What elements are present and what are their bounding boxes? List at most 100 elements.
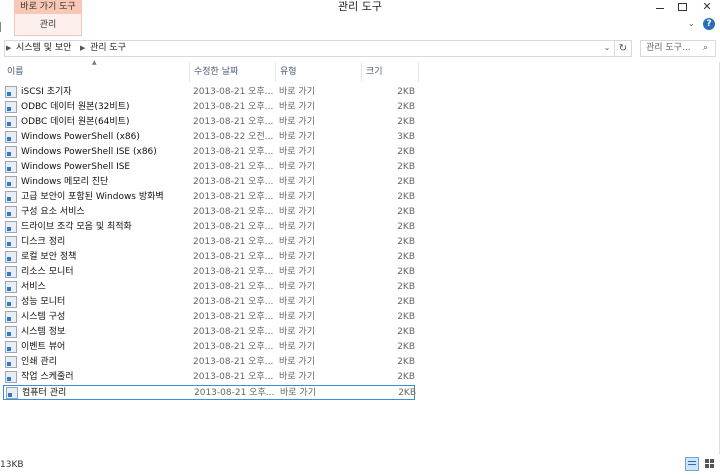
file-row[interactable]: Windows PowerShell ISE 2013-08-21 오후... 바로… [3,160,415,175]
file-row[interactable]: 시스템 정보 2013-08-21 오후... 바로 가기 2KB [3,325,415,340]
close-button[interactable]: ✕ [694,0,720,14]
search-icon[interactable]: ⌕ [703,42,713,54]
file-row[interactable]: 컴퓨터 관리 2013-08-21 오후... 바로 가기 2KB [3,385,416,400]
file-type: 바로 가기 [279,207,315,217]
file-size: 3KB [397,132,415,142]
file-type: 바로 가기 [279,237,315,247]
help-icon[interactable]: ? [703,18,715,30]
file-row[interactable]: 로컬 보안 정책 2013-08-21 오후... 바로 가기 2KB [3,250,415,265]
shortcut-icon [5,266,17,278]
file-type: 바로 가기 [279,252,315,262]
ribbon-expand-icon[interactable]: ⌄ [688,18,698,30]
file-date: 2013-08-21 오후... [193,237,274,247]
file-name: 로컬 보안 정책 [21,252,77,262]
minimize-button[interactable] [650,0,670,14]
file-name: 리소스 모니터 [21,267,74,277]
file-size: 2KB [397,162,415,172]
file-name: 드라이브 조각 모음 및 최적화 [21,222,132,232]
refresh-icon[interactable]: ↻ [614,41,631,56]
file-type: 바로 가기 [279,372,315,382]
shortcut-icon [5,191,17,203]
file-size: 2KB [397,297,415,307]
file-type: 바로 가기 [279,162,315,172]
file-size: 2KB [397,282,415,292]
column-divider[interactable] [418,62,419,82]
file-size: 2KB [397,87,415,97]
maximize-button[interactable] [672,0,692,14]
shortcut-icon [6,387,18,399]
column-header-size[interactable]: 크기 [362,62,418,82]
file-type: 바로 가기 [279,147,315,157]
file-type: 바로 가기 [279,192,315,202]
file-type: 바로 가기 [279,312,315,322]
file-name: Windows 메모리 진단 [21,177,109,187]
file-date: 2013-08-21 오후... [193,297,274,307]
shortcut-icon [5,206,17,218]
file-date: 2013-08-21 오후... [193,177,274,187]
file-type: 바로 가기 [279,222,315,232]
file-row[interactable]: Windows PowerShell ISE (x86) 2013-08-21 오… [3,145,415,160]
file-row[interactable]: 작업 스케줄러 2013-08-21 오후... 바로 가기 2KB [3,370,415,385]
context-tab-header: 바로 가기 도구 [14,0,82,14]
file-name: 디스크 정리 [21,237,66,247]
file-type: 바로 가기 [279,87,315,97]
shortcut-icon [5,116,17,128]
file-row[interactable]: 이벤트 뷰어 2013-08-21 오후... 바로 가기 2KB [3,340,415,355]
file-size: 2KB [397,117,415,127]
file-date: 2013-08-21 오후... [193,192,274,202]
file-name: 시스템 정보 [21,327,66,337]
file-date: 2013-08-21 오후... [193,282,274,292]
file-type: 바로 가기 [279,117,315,127]
file-row[interactable]: ODBC 데이터 원본(64비트) 2013-08-21 오후... 바로 가기 2K… [3,115,415,130]
file-row[interactable]: 인쇄 관리 2013-08-21 오후... 바로 가기 2KB [3,355,415,370]
large-icons-view-button[interactable] [703,457,717,471]
file-row[interactable]: 서비스 2013-08-21 오후... 바로 가기 2KB [3,280,415,295]
file-type: 바로 가기 [279,102,315,112]
file-row[interactable]: 디스크 정리 2013-08-21 오후... 바로 가기 2KB [3,235,415,250]
breadcrumb-system-security[interactable]: 시스템 및 보안 [16,40,71,57]
file-row[interactable]: 성능 모니터 2013-08-21 오후... 바로 가기 2KB [3,295,415,310]
column-header-type[interactable]: 유형 [276,62,361,82]
file-row[interactable]: 시스템 구성 2013-08-21 오후... 바로 가기 2KB [3,310,415,325]
file-row[interactable]: 리소스 모니터 2013-08-21 오후... 바로 가기 2KB [3,265,415,280]
file-row[interactable]: Windows 메모리 진단 2013-08-21 오후... 바로 가기 2KB [3,175,415,190]
file-date: 2013-08-21 오후... [193,222,274,232]
file-type: 바로 가기 [280,388,316,398]
file-date: 2013-08-21 오후... [193,147,274,157]
file-size: 2KB [397,342,415,352]
file-date: 2013-08-21 오후... [193,207,274,217]
file-name: 이벤트 뷰어 [21,342,66,352]
file-row[interactable]: 구성 요소 서비스 2013-08-21 오후... 바로 가기 2KB [3,205,415,220]
file-name: Windows PowerShell ISE (x86) [21,147,157,157]
file-row[interactable]: ODBC 데이터 원본(32비트) 2013-08-21 오후... 바로 가기 2K… [3,100,415,115]
shortcut-icon [5,86,17,98]
file-row[interactable]: Windows PowerShell (x86) 2013-08-22 오전...… [3,130,415,145]
file-name: 서비스 [21,282,46,292]
shortcut-icon [5,311,17,323]
file-date: 2013-08-21 오후... [193,342,274,352]
file-row[interactable]: iSCSI 초기자 2013-08-21 오후... 바로 가기 2KB [3,85,415,100]
file-date: 2013-08-21 오후... [193,327,274,337]
details-view-button[interactable] [685,457,699,471]
address-arrow-icon[interactable]: ▶ [6,42,14,54]
tab-manage[interactable]: 관리 [14,14,82,36]
file-row[interactable]: 고급 보안이 포함된 Windows 방화벽 2013-08-21 오후... 바로… [3,190,415,205]
column-header-date[interactable]: 수정한 날짜 [190,62,275,82]
file-date: 2013-08-21 오후... [194,388,275,398]
title-bar [0,0,720,36]
file-row[interactable]: 드라이브 조각 모음 및 최적화 2013-08-21 오후... 바로 가기 2KB [3,220,415,235]
file-name: ODBC 데이터 원본(64비트) [21,117,130,127]
file-name: iSCSI 초기자 [21,87,72,97]
breadcrumb-admin-tools[interactable]: 관리 도구 [90,40,126,57]
quick-access-divider [0,22,1,32]
file-date: 2013-08-21 오후... [193,372,274,382]
file-name: Windows PowerShell (x86) [21,132,140,142]
file-type: 바로 가기 [279,342,315,352]
file-name: Windows PowerShell ISE [21,162,131,172]
shortcut-icon [5,341,17,353]
chevron-down-icon[interactable]: ⌄ [602,42,612,54]
shortcut-icon [5,326,17,338]
file-size: 2KB [397,237,415,247]
file-date: 2013-08-21 오후... [193,102,274,112]
breadcrumb-chevron-icon[interactable]: ▶ [80,42,88,54]
